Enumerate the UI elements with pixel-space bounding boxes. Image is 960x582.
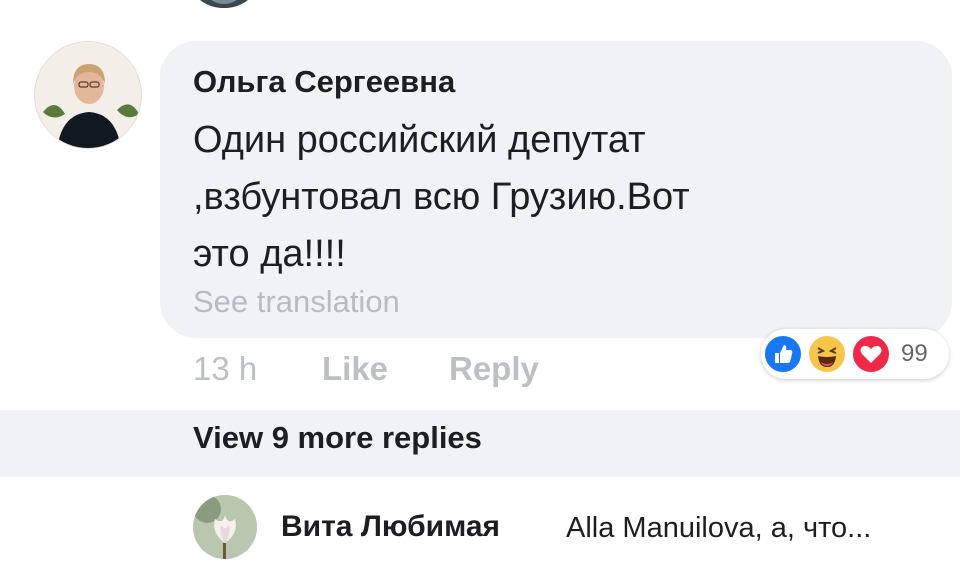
comment-author[interactable]: Ольга Сергеевна xyxy=(193,64,455,100)
love-icon xyxy=(851,334,891,374)
reply-avatar[interactable] xyxy=(193,495,257,559)
reply-button[interactable]: Reply xyxy=(449,350,539,388)
comment-timestamp[interactable]: 13 h xyxy=(193,350,257,388)
reply-author[interactable]: Вита Любимая xyxy=(281,510,500,544)
avatar-image xyxy=(35,42,141,148)
view-more-replies-link[interactable]: View 9 more replies xyxy=(193,420,482,456)
previous-comment-avatar[interactable] xyxy=(193,0,255,8)
comment-text: Один российский депутат ,взбунтовал всю … xyxy=(193,119,690,275)
avatar[interactable] xyxy=(34,41,142,149)
like-button[interactable]: Like xyxy=(322,350,388,388)
see-translation-link[interactable]: See translation xyxy=(193,284,400,320)
haha-icon xyxy=(807,334,847,374)
reactions-summary[interactable]: 99 xyxy=(761,329,949,379)
reply-avatar-image xyxy=(193,495,257,559)
reaction-count: 99 xyxy=(901,340,928,367)
like-icon xyxy=(763,334,803,374)
reply-text: Alla Manuilova, а, что... xyxy=(566,512,872,544)
